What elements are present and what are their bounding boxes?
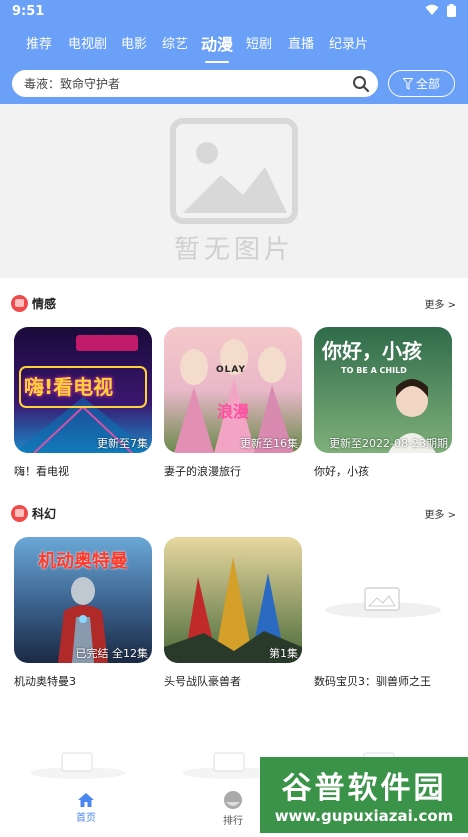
svg-text:TO BE A CHILD: TO BE A CHILD: [341, 366, 407, 375]
tab-movies[interactable]: 电影: [121, 32, 147, 58]
poster-art-text: OLAY: [216, 365, 247, 375]
status-time: 9:51: [12, 4, 45, 19]
filter-label: 全部: [415, 77, 440, 91]
wifi-icon: [425, 4, 439, 15]
empty-image-icon: [325, 587, 441, 618]
watermark-overlay: 谷普软件园 www.gupuxiazai.com: [260, 757, 468, 833]
header: 9:51 推荐 电视剧 电影 综艺 动漫 短剧 直播 纪录片 毒液：致命守护者 …: [0, 0, 468, 104]
tab-documentary[interactable]: 纪录片: [329, 32, 368, 58]
video-title: 数码宝贝3：驯兽师之王: [314, 675, 431, 688]
image-placeholder-icon: [170, 117, 298, 224]
nav-home-label: 首页: [76, 812, 96, 824]
poster-art-text: 机动奥特曼: [38, 551, 128, 572]
video-card[interactable]: 嗨!看电视 更新至7集 嗨！看电视: [14, 327, 154, 479]
video-thumbnail: 嗨!看电视 更新至7集: [14, 327, 152, 453]
nav-home[interactable]: 首页: [56, 783, 116, 833]
tab-recommend[interactable]: 推荐: [26, 32, 52, 58]
section-header-scifi: 科幻 更多 >: [0, 502, 468, 524]
video-title: 你好，小孩: [314, 465, 369, 478]
section-title: 情感: [32, 297, 57, 311]
section-badge-icon: [11, 505, 28, 522]
episode-badge: 更新至2022-08-23期期: [329, 437, 448, 450]
search-value: 毒液：致命守护者: [24, 77, 121, 91]
nav-ranking[interactable]: 排行: [203, 783, 263, 833]
nav-ranking-label: 排行: [223, 815, 243, 827]
filter-icon: [402, 77, 413, 90]
poster-art-text: 嗨!看电视: [24, 375, 114, 399]
filter-button[interactable]: 全部: [388, 70, 455, 97]
watermark-url: www.gupuxiazai.com: [274, 807, 454, 825]
battery-icon: [447, 4, 456, 17]
video-title: 嗨！看电视: [14, 465, 69, 478]
empty-image-icon: [30, 752, 126, 779]
search-input[interactable]: 毒液：致命守护者: [12, 70, 378, 97]
watermark-title: 谷普软件园: [281, 771, 447, 806]
tab-anime[interactable]: 动漫: [201, 32, 233, 63]
more-link[interactable]: 更多 >: [424, 506, 456, 521]
video-thumbnail-placeholder: [314, 537, 452, 663]
home-icon: [78, 792, 94, 807]
section-header-emotion: 情感 更多 >: [0, 292, 468, 314]
video-card[interactable]: TO BE A CHILD 你好，小孩 更新至2022-08-23期期 你好，小…: [314, 327, 454, 479]
video-card[interactable]: 浪漫 OLAY 更新至16集 妻子的浪漫旅行: [164, 327, 304, 479]
category-tabs: 推荐 电视剧 电影 综艺 动漫 短剧 直播 纪录片: [0, 32, 468, 63]
tab-tv-series[interactable]: 电视剧: [68, 32, 107, 58]
status-bar: 9:51: [0, 0, 468, 24]
poster-art-text: 你好，小孩: [322, 339, 422, 363]
banner-placeholder-text: 暂无图片: [173, 234, 294, 265]
search-icon[interactable]: [352, 75, 370, 93]
episode-badge: 更新至7集: [97, 437, 148, 450]
section-badge-icon: [11, 295, 28, 312]
video-thumbnail: TO BE A CHILD 你好，小孩 更新至2022-08-23期期: [314, 327, 452, 453]
video-card[interactable]: 机动奥特曼 已完结 全12集 机动奥特曼3: [14, 537, 154, 689]
episode-badge: 已完结 全12集: [75, 647, 149, 660]
ranking-icon: [224, 790, 242, 809]
more-link[interactable]: 更多 >: [424, 296, 456, 311]
video-title: 机动奥特曼3: [14, 675, 76, 688]
video-thumbnail: 第1集: [164, 537, 302, 663]
episode-badge: 第1集: [269, 647, 298, 660]
video-title: 头号战队豪兽者: [164, 675, 241, 688]
video-card[interactable]: 数码宝贝3：驯兽师之王: [314, 537, 454, 689]
video-title: 妻子的浪漫旅行: [164, 465, 241, 478]
tab-live[interactable]: 直播: [288, 32, 314, 58]
tab-short-drama[interactable]: 短剧: [246, 32, 272, 58]
tab-variety[interactable]: 综艺: [162, 32, 188, 58]
video-card[interactable]: 第1集 头号战队豪兽者: [164, 537, 304, 689]
video-thumbnail: 机动奥特曼 已完结 全12集: [14, 537, 152, 663]
status-icons: [425, 4, 456, 17]
episode-badge: 更新至16集: [240, 437, 298, 450]
svg-text:浪漫: 浪漫: [217, 402, 249, 421]
video-thumbnail: 浪漫 OLAY 更新至16集: [164, 327, 302, 453]
section-title: 科幻: [32, 507, 57, 521]
banner[interactable]: 暂无图片: [0, 104, 468, 278]
